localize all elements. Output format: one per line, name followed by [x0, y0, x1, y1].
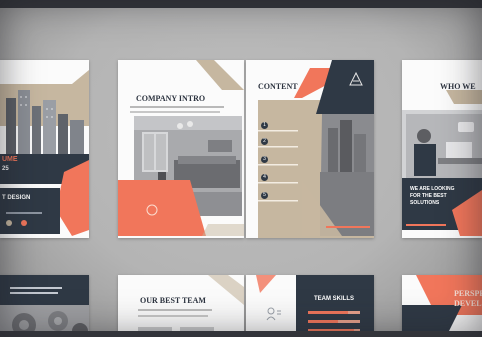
content-number-1: 1	[261, 122, 268, 129]
content-number-5: 5	[261, 192, 268, 199]
user-profile-icon	[266, 307, 282, 326]
city-cover-artwork	[0, 60, 89, 238]
bottom-frame-edge	[0, 331, 482, 337]
persp-partial-line-1: PERSPE	[454, 289, 482, 298]
skill-bar-1	[308, 311, 348, 314]
who-we-title: WHO WE	[440, 82, 476, 91]
company-intro-title: COMPANY INTRO	[136, 94, 206, 103]
page-content: CONTENT 1 2 3 4 5	[246, 60, 374, 238]
who-we-callout-line-2: FOR THE BEST	[410, 193, 447, 199]
who-we-callout-line-3: SOLUTIONS	[410, 200, 440, 206]
cover-partial-line-1: UME	[2, 156, 18, 163]
gears-artwork	[0, 275, 89, 337]
team-skills-title: TEAM SKILLS	[314, 296, 354, 302]
page-city-cover: UME 25 T DESIGN	[0, 60, 89, 238]
top-frame-edge	[0, 0, 482, 8]
page-company-intro: COMPANY INTRO	[118, 60, 244, 238]
cover-partial-line-2: 25	[2, 166, 9, 172]
skill-bar-2	[308, 320, 338, 323]
mockup-stage: UME 25 T DESIGN COMPANY INTRO CONTENT 1 …	[0, 0, 482, 337]
best-team-title: OUR BEST TEAM	[140, 296, 206, 305]
best-team-artwork	[138, 275, 244, 337]
content-number-2: 2	[261, 138, 268, 145]
persp-partial-line-2: DEVEL	[454, 299, 482, 308]
who-we-callout-line-1: WE ARE LOOKING	[410, 186, 455, 192]
page-team-skills: TEAM SKILLS	[246, 275, 374, 337]
content-title: CONTENT	[258, 82, 298, 91]
page-who-we: WHO WE WE ARE LOOKING FOR THE BEST SOLUT…	[402, 60, 482, 238]
content-number-3: 3	[261, 156, 268, 163]
page-perspective: PERSPE DEVEL	[402, 275, 482, 337]
logo-a-icon	[349, 71, 363, 91]
team-skills-artwork	[256, 275, 374, 337]
content-number-4: 4	[261, 174, 268, 181]
company-intro-artwork	[118, 60, 244, 236]
page-gears	[0, 275, 89, 337]
cover-partial-line-3: T DESIGN	[2, 195, 31, 201]
page-best-team: OUR BEST TEAM	[118, 275, 244, 337]
